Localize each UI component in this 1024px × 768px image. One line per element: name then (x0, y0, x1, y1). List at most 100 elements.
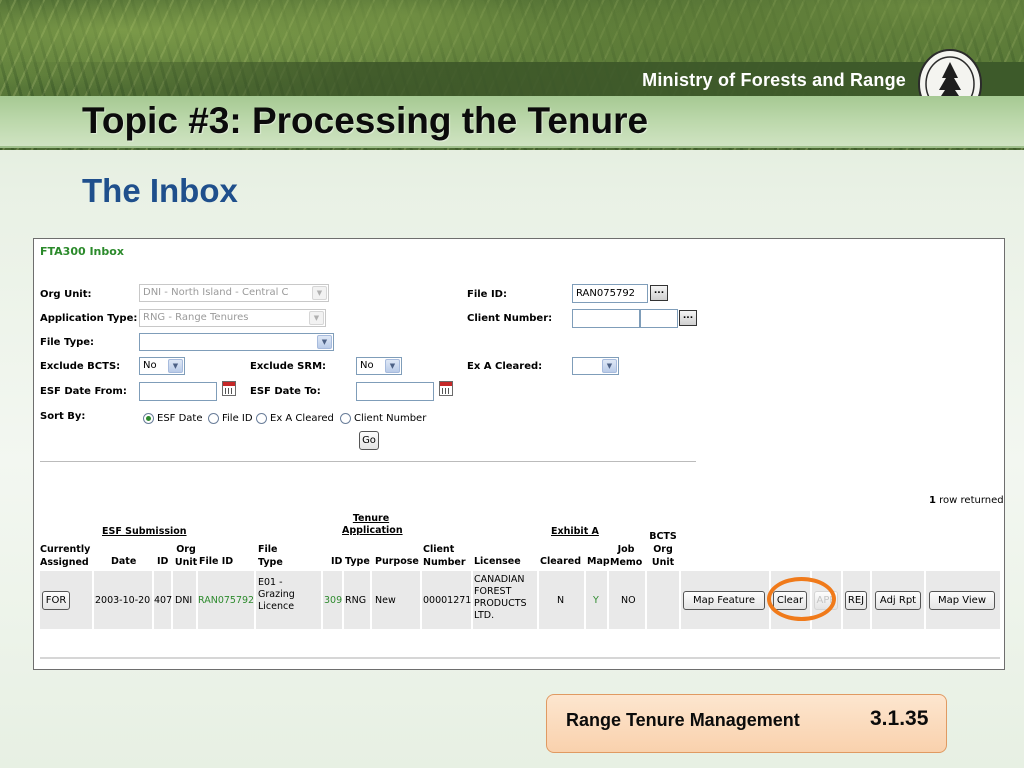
slide-subtitle: The Inbox (82, 172, 238, 209)
rows-returned-text: row returned (939, 495, 1004, 506)
cell-divider (420, 571, 422, 629)
cell-esf-id: 407 (154, 595, 173, 606)
col-client-number: Client Number (423, 544, 466, 568)
cell-divider (841, 571, 843, 629)
exclude-bcts-select[interactable]: No ▼ (139, 357, 185, 375)
esf-date-to-input[interactable] (356, 382, 434, 401)
col-app-id: ID (331, 556, 343, 567)
application-type-label: Application Type: (40, 313, 138, 324)
col-cleared: Cleared (540, 556, 582, 567)
org-unit-label: Org Unit: (40, 289, 92, 300)
esf-submission-group-header: ESF Submission (102, 526, 187, 537)
cell-file-type: E01 - Grazing Licence (258, 577, 295, 612)
ex-a-cleared-label: Ex A Cleared: (467, 361, 543, 372)
exclude-bcts-label: Exclude BCTS: (40, 361, 121, 372)
application-type-select[interactable]: RNG - Range Tenures ▼ (139, 309, 326, 327)
col-esf-id: ID (157, 556, 169, 567)
fta300-inbox-screen: FTA300 Inbox Org Unit: Application Type:… (33, 238, 1005, 670)
highlight-circle (767, 577, 836, 621)
col-purpose: Purpose (375, 556, 419, 567)
client-location-input[interactable] (640, 309, 678, 328)
client-number-input[interactable] (572, 309, 640, 328)
cell-divider (370, 571, 372, 629)
esf-date-to-label: ESF Date To: (250, 386, 321, 397)
esf-date-from-label: ESF Date From: (40, 386, 127, 397)
exclude-srm-value: No (360, 360, 374, 371)
rows-returned: 1 row returned (929, 495, 1004, 506)
exclude-srm-select[interactable]: No ▼ (356, 357, 402, 375)
col-org-unit: Org Unit (174, 544, 198, 568)
cell-divider (584, 571, 586, 629)
file-id-lookup-button[interactable]: ... (650, 285, 668, 301)
col-type: Type (345, 556, 370, 567)
col-licensee: Licensee (474, 556, 521, 567)
col-map: Map (587, 556, 610, 567)
reject-button[interactable]: REJ (845, 591, 867, 610)
cell-map: Y (593, 595, 599, 606)
app-title: FTA300 Inbox (40, 245, 124, 258)
cell-divider (342, 571, 344, 629)
cell-divider (924, 571, 926, 629)
esf-date-from-input[interactable] (139, 382, 217, 401)
sort-esf-date-radio[interactable] (143, 413, 154, 424)
chevron-down-icon: ▼ (385, 359, 400, 373)
cell-divider (679, 571, 681, 629)
footer-slide-number: 3.1.35 (870, 707, 929, 730)
sort-ex-a-cleared-radio[interactable] (256, 413, 267, 424)
col-bcts-org-unit: BCTS Org Unit (649, 531, 677, 568)
chevron-down-icon: ▼ (312, 286, 327, 300)
calendar-icon[interactable] (222, 381, 236, 396)
sort-option-label: File ID (222, 413, 253, 424)
cell-divider (645, 571, 647, 629)
application-id-link[interactable]: 309 (324, 595, 342, 607)
col-file-id: File ID (199, 556, 234, 567)
application-type-value: RNG - Range Tenures (143, 312, 249, 323)
assigned-for-button[interactable]: FOR (42, 591, 70, 610)
map-view-button[interactable]: Map View (929, 591, 995, 610)
rows-returned-count: 1 (929, 495, 936, 506)
chevron-down-icon: ▼ (168, 359, 183, 373)
org-unit-select[interactable]: DNI - North Island - Central C ▼ (139, 284, 329, 302)
sort-option-label: Ex A Cleared (270, 413, 334, 424)
col-date: Date (111, 556, 137, 567)
col-file-type: File Type (258, 544, 283, 568)
cell-divider (870, 571, 872, 629)
cell-client-number: 00001271 (423, 595, 472, 606)
calendar-icon[interactable] (439, 381, 453, 396)
tenure-application-group-header: Tenure Application (342, 513, 403, 536)
sort-client-number-radio[interactable] (340, 413, 351, 424)
footer-label: Range Tenure Management (566, 710, 800, 730)
client-number-label: Client Number: (467, 313, 553, 324)
slide-title: Topic #3: Processing the Tenure (82, 100, 649, 141)
file-id-label: File ID: (467, 289, 507, 300)
client-lookup-button[interactable]: ... (679, 310, 697, 326)
sort-file-id-radio[interactable] (208, 413, 219, 424)
chevron-down-icon: ▼ (602, 359, 617, 373)
ex-a-cleared-select[interactable]: ▼ (572, 357, 619, 375)
map-feature-button[interactable]: Map Feature (683, 591, 765, 610)
chevron-down-icon: ▼ (309, 311, 324, 325)
cell-job-memo: NO (621, 595, 636, 606)
exclude-srm-label: Exclude SRM: (250, 361, 327, 372)
file-id-link[interactable]: RAN075792 (198, 595, 254, 607)
file-id-input[interactable]: RAN075792 (572, 284, 648, 303)
cell-divider (537, 571, 539, 629)
cell-licensee: CANADIAN FOREST PRODUCTS LTD. (474, 574, 527, 621)
cell-cleared: N (557, 595, 565, 606)
cell-purpose: New (375, 595, 396, 606)
cell-org-unit: DNI (175, 595, 193, 606)
adjudication-report-button[interactable]: Adj Rpt (875, 591, 921, 610)
col-job-memo: Job Memo (610, 544, 643, 568)
cell-type: RNG (345, 595, 367, 606)
chevron-down-icon: ▼ (317, 335, 332, 349)
sort-option-label: ESF Date (157, 413, 203, 424)
sort-by-label: Sort By: (40, 411, 86, 422)
ministry-name: Ministry of Forests and Range (642, 70, 906, 90)
file-type-select[interactable]: ▼ (139, 333, 334, 351)
go-button[interactable]: Go (359, 431, 379, 450)
cell-divider (607, 571, 609, 629)
file-type-label: File Type: (40, 337, 95, 348)
cell-divider (254, 571, 256, 629)
cell-divider (321, 571, 323, 629)
bottom-divider (40, 657, 1000, 659)
